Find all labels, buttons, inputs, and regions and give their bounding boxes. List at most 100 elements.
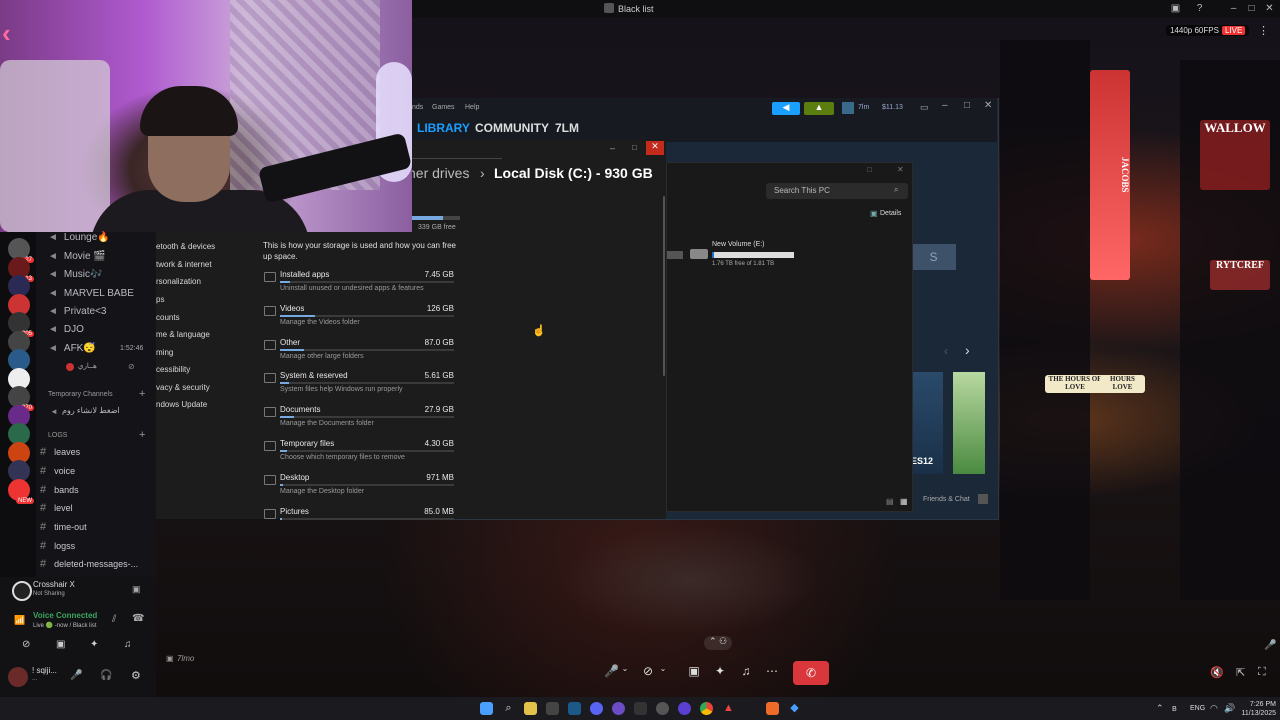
soundboard-icon[interactable]: ♫ (124, 639, 132, 650)
text-channel[interactable]: # level (40, 502, 73, 514)
taskbar-clock[interactable]: 7:26 PM 11/13/2025 (1236, 700, 1276, 718)
nav-accounts[interactable]: counts (156, 313, 180, 322)
steam-menu-games[interactable]: Games (432, 104, 455, 111)
help-icon[interactable]: ? (1194, 3, 1205, 14)
announce-icon[interactable]: ◀ (772, 102, 800, 115)
discord-icon[interactable] (590, 702, 603, 715)
tray-chevron-icon[interactable]: ⌃ (1156, 703, 1164, 714)
nav-gaming[interactable]: ming (156, 348, 173, 357)
steam-icon[interactable] (568, 702, 581, 715)
storage-row[interactable]: Other 87.0 GB Manage other large folders (280, 338, 456, 368)
call-activities-icon[interactable]: ✦ (714, 664, 726, 682)
call-screen-share-icon[interactable]: ▣ (688, 664, 700, 682)
explorer-maximize-icon[interactable]: □ (867, 165, 872, 174)
disconnect-icon[interactable]: ☎ (132, 613, 144, 624)
game-capsule-2[interactable] (953, 372, 985, 474)
voice-channel[interactable]: ◄ MARVEL BABE (48, 288, 134, 299)
language-indicator[interactable]: ENG (1190, 705, 1205, 712)
tray-bluetooth-icon[interactable]: ʙ (1172, 703, 1177, 713)
text-channel[interactable]: # bands (40, 484, 79, 496)
storage-row[interactable]: System & reserved 5.61 GB System files hel… (280, 371, 456, 401)
add-logs-channel-icon[interactable]: + (139, 429, 145, 441)
add-channel-icon[interactable]: + (139, 388, 145, 400)
call-soundboard-icon[interactable]: ♫ (740, 664, 752, 682)
call-mic-icon[interactable]: 🎤 (604, 664, 619, 682)
app-icon-blue[interactable]: ◆ (788, 702, 801, 715)
settings-close-button[interactable]: ✕ (646, 141, 664, 155)
storage-row[interactable]: Documents 27.9 GB Manage the Documents fol… (280, 405, 456, 435)
storage-row[interactable]: Videos 126 GB Manage the Videos folder (280, 304, 456, 334)
github-icon[interactable] (656, 702, 669, 715)
app-icon-violet[interactable] (678, 702, 691, 715)
carousel-next-icon[interactable]: › (965, 342, 970, 358)
taskbar-search-icon[interactable]: ⌕ (502, 702, 515, 715)
big-picture-icon[interactable]: ▭ (920, 102, 929, 113)
popout-icon[interactable]: ⇱ (1236, 666, 1245, 679)
camera-off-icon[interactable]: ⊘ (22, 639, 30, 650)
storage-row[interactable]: Pictures 85.0 MB (280, 507, 456, 537)
friends-chat-icon[interactable] (978, 494, 988, 504)
nav-windows-update[interactable]: ndows Update (156, 400, 207, 409)
tab-library[interactable]: LIBRARY (417, 121, 470, 135)
voice-channel[interactable]: ◄ DJO (48, 324, 84, 335)
settings-gear-icon[interactable]: ⚙ (131, 669, 141, 682)
start-icon[interactable] (480, 702, 493, 715)
riot-icon[interactable]: ▲ (722, 702, 735, 715)
steam-maximize-icon[interactable]: □ (964, 100, 970, 111)
temp-category[interactable]: Temporary Channels (48, 391, 113, 398)
chrome-icon[interactable] (700, 702, 713, 715)
nav-accessibility[interactable]: cessibility (156, 365, 190, 374)
mic-icon[interactable]: 🎤 (70, 670, 82, 681)
stream-icon[interactable]: ▣ (132, 584, 141, 595)
avatar[interactable] (66, 363, 74, 371)
epic-games-icon[interactable] (546, 702, 559, 715)
nav-bluetooth[interactable]: etooth & devices (156, 242, 215, 251)
game-capsule[interactable]: ES12 (911, 372, 943, 474)
breadcrumb-parent[interactable]: her drives (408, 165, 469, 181)
steam-store-button[interactable]: S (911, 244, 956, 270)
wifi-icon[interactable]: ◠ (1210, 703, 1218, 714)
nav-apps[interactable]: ps (156, 295, 164, 304)
logs-category[interactable]: LOGS (48, 432, 67, 439)
brave-icon[interactable] (766, 702, 779, 715)
nav-time-language[interactable]: me & language (156, 330, 210, 339)
activity-name[interactable]: Crosshair X (33, 580, 75, 589)
nav-network[interactable]: twork & internet (156, 260, 212, 269)
text-channel[interactable]: # time-out (40, 521, 87, 533)
carousel-prev-icon[interactable]: ‹ (944, 344, 948, 358)
storage-row[interactable]: Temporary files 4.30 GB Choose which tempo… (280, 439, 456, 469)
noise-suppression-icon[interactable]: ⫽ (112, 614, 116, 625)
voice-channel[interactable]: ◄ AFK😴 (48, 343, 96, 354)
afk-user-name[interactable]: هــاري (78, 362, 97, 370)
volume-mute-icon[interactable]: 🔇 (1210, 666, 1224, 679)
camera-options-chevron-icon[interactable]: ⌄ (658, 664, 668, 682)
storage-row[interactable]: Desktop 971 MB Manage the Desktop folder (280, 473, 456, 503)
server-icon[interactable]: NEW (8, 478, 34, 504)
inbox-icon[interactable]: ▣ (1170, 3, 1181, 14)
voice-channel[interactable]: ◄ Movie 🎬 (48, 251, 106, 262)
leave-call-button[interactable]: ✆ (793, 661, 829, 685)
more-options-icon[interactable]: ⋮ (1258, 24, 1269, 37)
tile-view-icon[interactable]: ▦ (900, 497, 908, 506)
storage-row[interactable]: Installed apps 7.45 GB Uninstall unused or… (280, 270, 456, 300)
avatar[interactable] (842, 102, 854, 114)
voice-channel[interactable]: ◄ Lounge🔥 (48, 232, 110, 243)
settings-maximize-icon[interactable]: □ (632, 143, 637, 152)
calculator-icon[interactable] (634, 702, 647, 715)
text-channel[interactable]: # deleted-messages-... (40, 558, 138, 570)
avatar[interactable] (8, 667, 28, 687)
close-icon[interactable]: ✕ (1264, 3, 1275, 14)
text-channel[interactable]: # logss (40, 540, 75, 552)
tab-profile[interactable]: 7LM (555, 121, 579, 135)
steam-minimize-icon[interactable]: – (942, 100, 948, 111)
fullscreen-icon[interactable]: ⛶ (1258, 666, 1266, 679)
explorer-close-icon[interactable]: ✕ (897, 165, 904, 174)
details-button[interactable]: Details (880, 210, 901, 217)
steam-menu-help[interactable]: Help (465, 104, 479, 111)
drive-name[interactable]: New Volume (E:) (712, 241, 765, 248)
screen-share-icon[interactable]: ▣ (56, 639, 65, 650)
headphones-icon[interactable]: 🎧 (100, 670, 112, 681)
activities-icon[interactable]: ✦ (90, 639, 98, 650)
file-explorer-icon[interactable] (524, 702, 537, 715)
tab-community[interactable]: COMMUNITY (475, 121, 549, 135)
